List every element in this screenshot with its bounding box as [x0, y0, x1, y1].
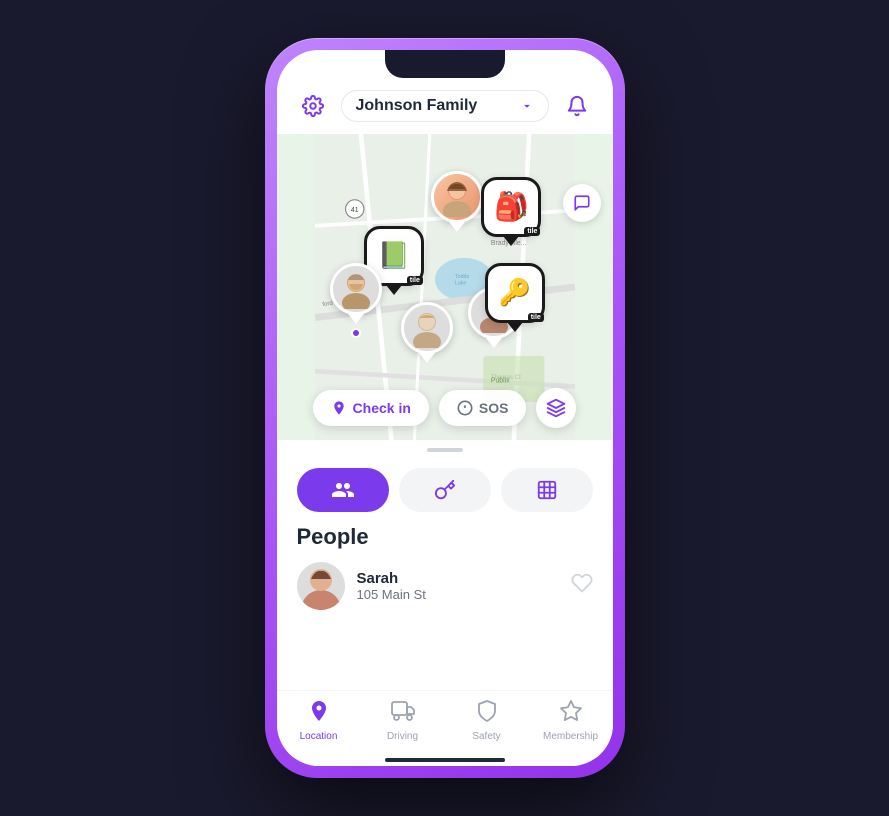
gear-button[interactable] [295, 88, 331, 124]
keys-pin-tail [507, 322, 523, 332]
backpack-tile-pin: 🎒 tile [481, 177, 541, 246]
bell-button[interactable] [559, 88, 595, 124]
dad-avatar [330, 263, 382, 315]
tile-tab[interactable] [399, 468, 491, 512]
location-nav-icon [307, 699, 331, 729]
book-tile-badge: tile [407, 276, 423, 285]
checkin-label: Check in [353, 400, 411, 416]
keys-tile: 🔑 tile [485, 263, 545, 323]
keys-tile-pin: 🔑 tile [485, 263, 545, 332]
sarah-avatar [297, 562, 345, 610]
son-avatar [401, 302, 453, 354]
drag-pill [427, 448, 463, 452]
driving-nav-icon [391, 699, 415, 729]
nav-membership[interactable]: Membership [529, 699, 613, 742]
places-tab[interactable] [501, 468, 593, 512]
daughter-pin-tail [486, 338, 502, 348]
map-container[interactable]: Todds Lake ford Blvd Thomas Ct [277, 134, 613, 440]
sarah-address: 105 Main St [357, 587, 559, 602]
panel-tabs [277, 460, 613, 520]
location-nav-label: Location [300, 731, 338, 742]
dad-pin [330, 263, 382, 338]
pin-tail [449, 222, 465, 232]
pin-tail-dark [503, 236, 519, 246]
family-name: Johnson Family [356, 97, 478, 115]
book-pin-tail [386, 285, 402, 295]
bottom-nav: Location Driving [277, 690, 613, 758]
bottom-panel: People Sarah 105 Main St [277, 460, 613, 766]
people-section: People Sarah 105 Main St [277, 520, 613, 690]
nav-driving[interactable]: Driving [361, 699, 445, 742]
dad-pin-tail [348, 314, 364, 324]
phone-notch [385, 50, 505, 78]
heart-icon[interactable] [571, 572, 593, 600]
sos-button[interactable]: SOS [439, 390, 527, 426]
phone-frame: Johnson Family Todds Lake [265, 38, 625, 778]
people-tab[interactable] [297, 468, 389, 512]
sarah-name: Sarah [357, 570, 559, 587]
sarah-info: Sarah 105 Main St [357, 570, 559, 602]
teen-girl-avatar [431, 171, 483, 223]
nav-safety[interactable]: Safety [445, 699, 529, 742]
membership-nav-label: Membership [543, 731, 598, 742]
svg-text:41: 41 [350, 207, 358, 214]
son-pin [401, 302, 453, 363]
location-dot [351, 328, 361, 338]
safety-nav-label: Safety [472, 731, 500, 742]
person-row[interactable]: Sarah 105 Main St [297, 562, 593, 610]
layers-button[interactable] [536, 388, 576, 428]
son-pin-tail [419, 353, 435, 363]
nav-location[interactable]: Location [277, 699, 361, 742]
teen-girl-pin [431, 171, 483, 232]
people-title: People [297, 524, 593, 550]
svg-text:Lake: Lake [454, 281, 466, 287]
chat-button[interactable] [563, 184, 601, 222]
tile-badge: tile [524, 227, 540, 236]
driving-nav-label: Driving [387, 731, 418, 742]
action-bar: Check in SOS [277, 388, 613, 428]
home-indicator [385, 758, 505, 762]
membership-nav-icon [559, 699, 583, 729]
drag-handle [277, 440, 613, 460]
sos-label: SOS [479, 400, 509, 416]
keys-tile-badge: tile [528, 313, 544, 322]
map-background: Todds Lake ford Blvd Thomas Ct [277, 134, 613, 440]
svg-text:Publix: Publix [490, 378, 509, 385]
family-selector[interactable]: Johnson Family [341, 90, 549, 122]
checkin-button[interactable]: Check in [313, 390, 429, 426]
safety-nav-icon [475, 699, 499, 729]
phone-screen: Johnson Family Todds Lake [277, 50, 613, 766]
backpack-tile: 🎒 tile [481, 177, 541, 237]
svg-text:Todds: Todds [454, 274, 469, 280]
